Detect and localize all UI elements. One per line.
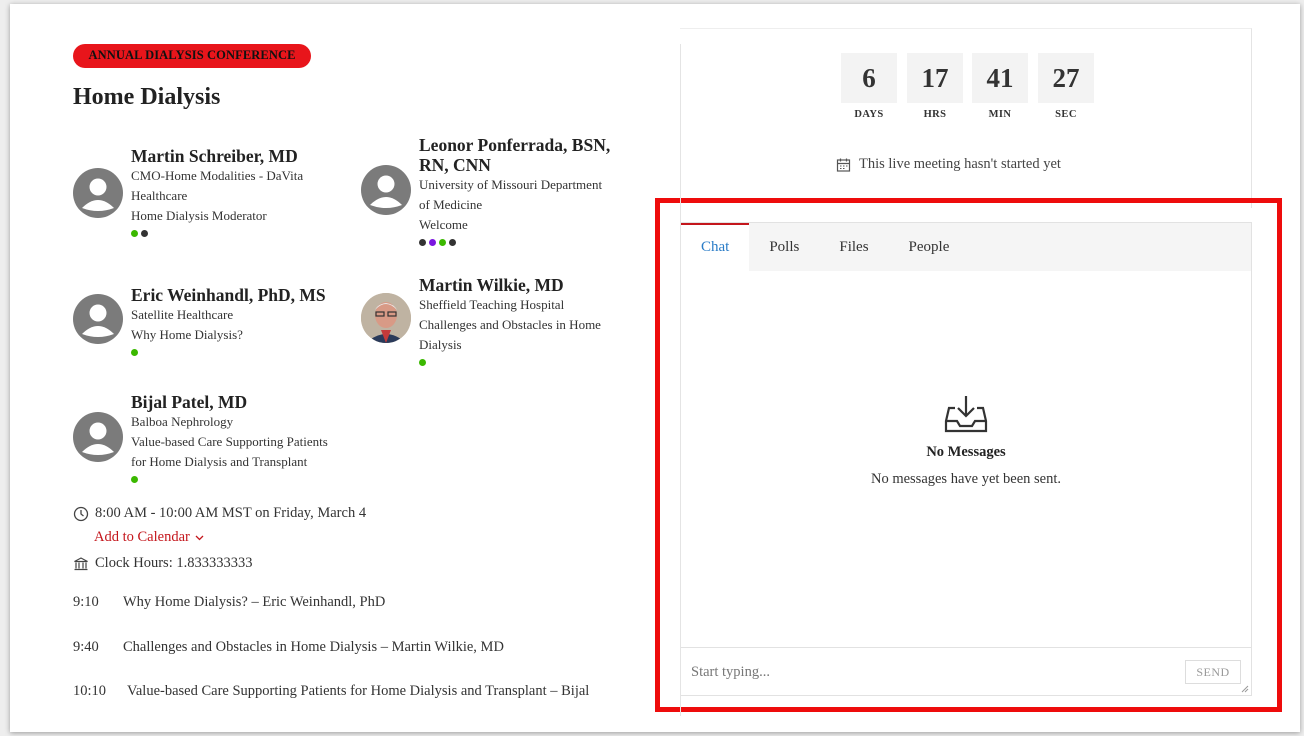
meeting-status-text: This live meeting hasn't started yet <box>859 156 1061 172</box>
user-avatar-icon <box>73 294 123 344</box>
countdown-seconds: 27 SEC <box>1038 53 1094 120</box>
speaker-name: Martin Wilkie, MD <box>419 275 564 295</box>
countdown-value: 41 <box>972 53 1028 103</box>
add-to-calendar-label: Add to Calendar <box>94 529 190 545</box>
session-title: Home Dialysis <box>73 84 221 110</box>
countdown-value: 6 <box>841 53 897 103</box>
bank-icon <box>74 556 88 570</box>
speaker-name: Leonor Ponferrada, BSN, <box>419 135 611 155</box>
speaker-name: Martin Schreiber, MD <box>131 146 298 166</box>
speaker-role: Why Home Dialysis? <box>131 327 243 342</box>
tag-dot <box>419 359 426 366</box>
schedule-time: 9:40 <box>73 639 99 655</box>
clock-hours: Clock Hours: 1.833333333 <box>73 555 252 572</box>
chevron-down-icon <box>195 535 204 541</box>
user-avatar-icon <box>73 168 123 218</box>
countdown-minutes: 41 MIN <box>972 53 1028 120</box>
speaker-role-continued: for Home Dialysis and Transplant <box>131 454 308 469</box>
tag-dot <box>419 239 426 246</box>
speaker-role: Home Dialysis Moderator <box>131 208 267 223</box>
tag-dot <box>429 239 436 246</box>
tag-dot <box>131 230 138 237</box>
schedule-time: 10:10 <box>73 683 107 699</box>
schedule-text: Value-based Care Supporting Patients for… <box>127 683 590 699</box>
countdown-value: 27 <box>1038 53 1094 103</box>
schedule-item: 9:40 Challenges and Obstacles in Home Dia… <box>73 639 504 656</box>
speaker-name-continued: RN, CNN <box>419 155 491 175</box>
app-window: ANNUAL DIALYSIS CONFERENCE Home Dialysis… <box>10 4 1300 732</box>
clock-icon <box>73 506 89 521</box>
calendar-icon <box>836 158 851 172</box>
speaker-tags <box>131 349 361 356</box>
countdown-panel <box>680 28 1252 208</box>
session-time-text: 8:00 AM - 10:00 AM MST on Friday, March … <box>95 505 367 521</box>
schedule-item: 10:10 Value-based Care Supporting Patient… <box>73 683 589 700</box>
session-details: ANNUAL DIALYSIS CONFERENCE Home Dialysis… <box>10 4 680 716</box>
countdown-label: HRS <box>923 109 947 120</box>
countdown-label: SEC <box>1055 109 1077 120</box>
session-time: 8:00 AM - 10:00 AM MST on Friday, March … <box>73 505 366 522</box>
countdown-label: MIN <box>988 109 1012 120</box>
schedule-text: Challenges and Obstacles in Home Dialysi… <box>123 639 504 655</box>
tag-dot <box>439 239 446 246</box>
countdown-hours: 17 HRS <box>907 53 963 120</box>
countdown-days: 6 DAYS <box>841 53 897 120</box>
tag-dot <box>141 230 148 237</box>
tag-dot <box>131 476 138 483</box>
speaker-detail: Sheffield Teaching Hospital <box>419 297 565 312</box>
speaker-role-continued: Dialysis <box>419 337 462 352</box>
add-to-calendar-link[interactable]: Add to Calendar <box>94 529 205 546</box>
clock-hours-text: Clock Hours: 1.833333333 <box>95 555 253 571</box>
meeting-status: This live meeting hasn't started yet <box>836 156 1061 173</box>
conference-badge: ANNUAL DIALYSIS CONFERENCE <box>73 44 311 68</box>
speaker-name: Bijal Patel, MD <box>131 392 248 412</box>
speaker-tags <box>419 359 649 366</box>
speaker-detail: University of Missouri Department <box>419 177 603 192</box>
tag-dot <box>131 349 138 356</box>
speaker-name: Eric Weinhandl, PhD, MS <box>131 285 326 305</box>
speaker-detail: CMO-Home Modalities - DaVita <box>131 168 304 183</box>
speaker-role: Welcome <box>419 217 468 232</box>
speaker-role: Challenges and Obstacles in Home <box>419 317 601 332</box>
column-divider <box>680 44 681 716</box>
speaker-role: Value-based Care Supporting Patients <box>131 434 328 449</box>
countdown-label: DAYS <box>854 109 884 120</box>
speaker-tags <box>131 230 361 237</box>
user-avatar-icon <box>73 412 123 462</box>
speaker-detail: Satellite Healthcare <box>131 307 234 322</box>
speaker-detail: Balboa Nephrology <box>131 414 234 429</box>
schedule-time: 9:10 <box>73 594 99 610</box>
speaker-photo <box>361 293 411 343</box>
schedule-text: Why Home Dialysis? – Eric Weinhandl, PhD <box>123 594 386 610</box>
tag-dot <box>449 239 456 246</box>
speaker-tags <box>131 476 371 483</box>
speaker-detail: Healthcare <box>131 188 188 203</box>
schedule-item: 9:10 Why Home Dialysis? – Eric Weinhandl,… <box>73 594 385 611</box>
highlight-box <box>655 198 1282 712</box>
speaker-detail: of Medicine <box>419 197 483 212</box>
user-avatar-icon <box>361 165 411 215</box>
countdown-value: 17 <box>907 53 963 103</box>
speaker-tags <box>419 239 659 246</box>
